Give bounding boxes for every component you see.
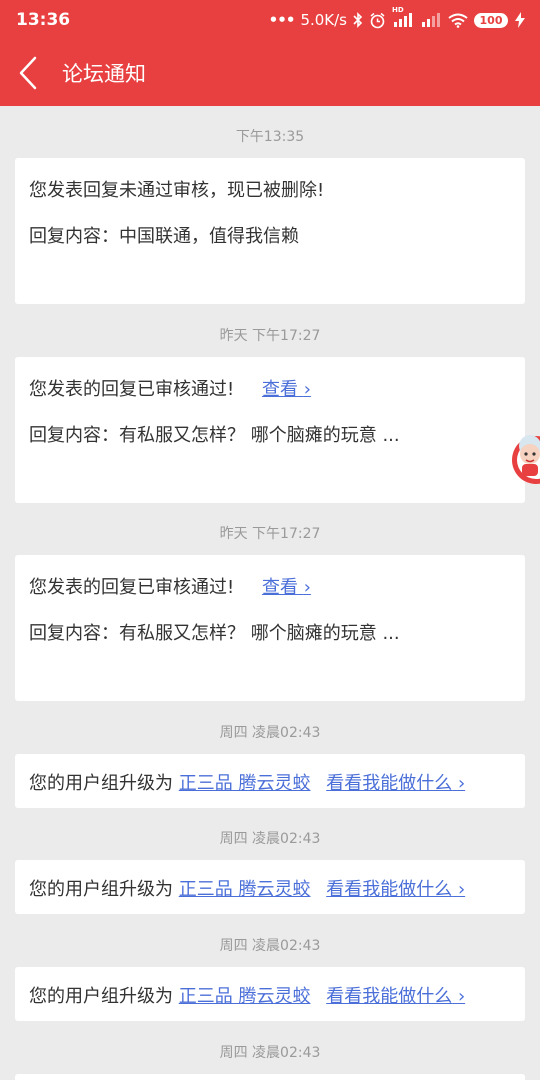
dots-icon: ••• — [268, 11, 296, 29]
notification-card[interactable]: 您发表回复未通过审核，现已被删除! 回复内容：中国联通，值得我信赖 — [15, 158, 525, 304]
network-speed: 5.0K/s — [300, 11, 347, 29]
page-title: 论坛通知 — [62, 62, 146, 86]
notification-card[interactable] — [15, 1074, 525, 1080]
signal-icon — [420, 13, 442, 27]
upgrade-message: 您的用户组升级为 — [29, 986, 173, 1007]
notification-time: 周四 凌晨02:43 — [219, 831, 321, 847]
rank-link[interactable]: 正三品 腾云灵蛟 — [179, 879, 311, 900]
status-bar: 13:36 ••• 5.0K/s HD 100 — [0, 0, 540, 40]
what-can-i-do-link[interactable]: 看看我能做什么 › — [326, 879, 465, 900]
status-time: 13:36 — [16, 10, 71, 30]
hd-label: HD — [392, 6, 404, 14]
notification-card[interactable]: 您发表的回复已审核通过! 查看 › 回复内容：有私服又怎样？ 哪个脑瘫的玩意 .… — [15, 555, 525, 701]
notification-card[interactable]: 您发表的回复已审核通过! 查看 › 回复内容：有私服又怎样？ 哪个脑瘫的玩意 .… — [15, 357, 525, 503]
back-button[interactable] — [0, 40, 56, 106]
view-link[interactable]: 查看 › — [262, 577, 311, 598]
reply-content: 回复内容：有私服又怎样？ 哪个脑瘫的玩意 ... — [29, 425, 400, 446]
hd-signal-icon: HD — [392, 6, 414, 27]
notification-message: 您发表的回复已审核通过! — [29, 577, 235, 598]
notification-card[interactable]: 您的用户组升级为 正三品 腾云灵蛟 看看我能做什么 › — [15, 967, 525, 1021]
notification-time: 周四 凌晨02:43 — [219, 725, 321, 741]
notification-message: 您发表回复未通过审核，现已被删除! — [29, 180, 325, 201]
notification-message: 您发表的回复已审核通过! — [29, 379, 235, 400]
rank-link[interactable]: 正三品 腾云灵蛟 — [179, 986, 311, 1007]
upgrade-message: 您的用户组升级为 — [29, 879, 173, 900]
battery-icon: 100 — [474, 12, 508, 28]
charging-icon — [514, 12, 526, 28]
status-icons: ••• 5.0K/s HD 100 — [268, 6, 526, 29]
notification-time: 下午13:35 — [235, 129, 305, 145]
upgrade-message: 您的用户组升级为 — [29, 773, 173, 794]
reply-content: 回复内容：中国联通，值得我信赖 — [29, 226, 299, 247]
reply-content: 回复内容：有私服又怎样？ 哪个脑瘫的玩意 ... — [29, 623, 400, 644]
notification-card[interactable]: 您的用户组升级为 正三品 腾云灵蛟 看看我能做什么 › — [15, 860, 525, 914]
what-can-i-do-link[interactable]: 看看我能做什么 › — [326, 986, 465, 1007]
notification-time: 周四 凌晨02:43 — [219, 1045, 321, 1061]
app-bar: 论坛通知 — [0, 40, 540, 106]
rank-link[interactable]: 正三品 腾云灵蛟 — [179, 773, 311, 794]
notification-time: 昨天 下午17:27 — [219, 526, 321, 542]
notification-time: 周四 凌晨02:43 — [219, 938, 321, 954]
notification-list[interactable]: 下午13:35 您发表回复未通过审核，现已被删除! 回复内容：中国联通，值得我信… — [0, 106, 540, 1080]
view-link[interactable]: 查看 › — [262, 379, 311, 400]
notification-time: 昨天 下午17:27 — [219, 328, 321, 344]
wifi-icon — [448, 13, 468, 28]
notification-card[interactable]: 您的用户组升级为 正三品 腾云灵蛟 看看我能做什么 › — [15, 754, 525, 808]
what-can-i-do-link[interactable]: 看看我能做什么 › — [326, 773, 465, 794]
floating-mascot-icon[interactable] — [506, 424, 540, 486]
back-arrow-icon — [19, 56, 37, 90]
alarm-icon — [369, 12, 386, 29]
bluetooth-icon — [353, 12, 363, 28]
